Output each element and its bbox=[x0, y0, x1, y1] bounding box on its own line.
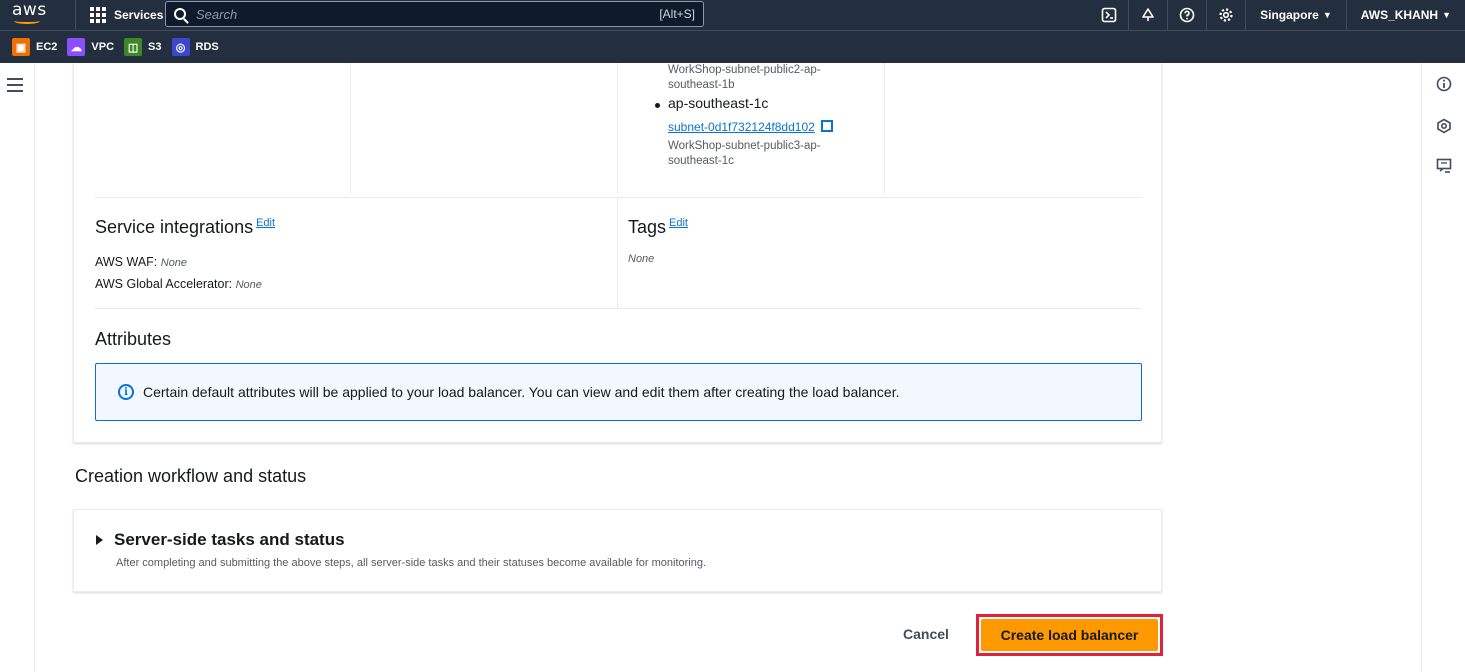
aws-waf-value: None bbox=[160, 257, 188, 269]
settings-icon[interactable] bbox=[1207, 0, 1245, 30]
caret-down-icon: ▼ bbox=[1322, 10, 1332, 20]
subnet-id: subnet-0d1f732124f8dd102 bbox=[668, 120, 815, 134]
column-divider bbox=[350, 63, 351, 194]
global-accelerator-row: AWS Global Accelerator: None bbox=[95, 277, 262, 291]
column-divider bbox=[617, 198, 618, 308]
ec2-icon: ▣ bbox=[12, 38, 30, 56]
menu-icon[interactable] bbox=[7, 78, 23, 96]
review-summary-card: WorkShop-subnet-public2-ap- southeast-1b… bbox=[73, 63, 1162, 443]
s3-icon: ◫ bbox=[124, 38, 143, 56]
aws-logo-text: aws bbox=[12, 0, 47, 20]
create-load-balancer-button[interactable]: Create load balancer bbox=[981, 619, 1158, 651]
cancel-button[interactable]: Cancel bbox=[885, 618, 967, 650]
favorite-label: RDS bbox=[195, 41, 219, 53]
vpc-icon: ☁ bbox=[67, 38, 86, 56]
grid-icon bbox=[90, 7, 106, 23]
service-integrations-edit-link[interactable]: Edit bbox=[256, 217, 275, 229]
subnet-name: WorkShop-subnet-public3-ap- bbox=[668, 140, 821, 152]
service-integrations-title: Service integrations bbox=[95, 217, 254, 237]
column-divider bbox=[617, 63, 618, 194]
search-icon bbox=[174, 8, 186, 20]
region-selector[interactable]: Singapore ▼ bbox=[1246, 0, 1346, 30]
external-link-icon bbox=[820, 120, 833, 132]
server-side-tasks-description: After completing and submitting the abov… bbox=[116, 557, 707, 569]
subnet-link[interactable]: subnet-0d1f732124f8dd102 bbox=[668, 120, 833, 134]
availability-zone: ap-southeast-1c bbox=[668, 95, 769, 111]
favorite-rds[interactable]: ◎ RDS bbox=[171, 38, 219, 56]
help-icon[interactable] bbox=[1168, 0, 1206, 30]
region-label: Singapore bbox=[1260, 8, 1319, 22]
tags-value: None bbox=[628, 253, 655, 265]
subnet-name: southeast-1b bbox=[668, 79, 735, 91]
creation-workflow-heading: Creation workflow and status bbox=[75, 466, 307, 486]
global-accelerator-value: None bbox=[235, 279, 262, 291]
list-bullet bbox=[655, 103, 660, 108]
nav-right-group: Singapore ▼ AWS_KHANH ▼ bbox=[1090, 0, 1465, 30]
favorite-ec2[interactable]: ▣ EC2 bbox=[12, 38, 57, 56]
search-input[interactable]: Search [Alt+S] bbox=[165, 1, 704, 27]
server-side-tasks-title: Server-side tasks and status bbox=[114, 530, 345, 549]
attributes-info-alert: i Certain default attributes will be app… bbox=[95, 363, 1142, 421]
aws-waf-row: AWS WAF: None bbox=[95, 255, 187, 269]
tags-edit-link[interactable]: Edit bbox=[669, 217, 688, 229]
services-menu-button[interactable]: Services bbox=[76, 0, 177, 30]
tags-heading: Tags Edit bbox=[628, 217, 688, 238]
section-divider bbox=[95, 308, 1142, 309]
attributes-info-text: Certain default attributes will be appli… bbox=[143, 384, 900, 400]
global-accelerator-label: AWS Global Accelerator: bbox=[95, 277, 233, 291]
server-side-tasks-card: Server-side tasks and status After compl… bbox=[73, 509, 1162, 592]
aws-logo[interactable]: aws bbox=[12, 0, 56, 30]
favorite-label: VPC bbox=[91, 41, 115, 53]
subnet-name: WorkShop-subnet-public2-ap- bbox=[668, 64, 821, 76]
aws-smile-icon bbox=[14, 18, 40, 24]
services-label: Services bbox=[114, 8, 164, 22]
favorite-label: EC2 bbox=[36, 41, 58, 53]
subnet-name: southeast-1c bbox=[668, 155, 734, 167]
aws-waf-label: AWS WAF: bbox=[95, 255, 158, 269]
favorites-bar: ▣ EC2 ☁ VPC ◫ S3 ◎ RDS bbox=[0, 30, 1465, 63]
server-side-tasks-toggle[interactable]: Server-side tasks and status bbox=[96, 530, 345, 550]
section-divider bbox=[95, 197, 1142, 198]
info-icon[interactable] bbox=[1435, 75, 1453, 93]
favorite-vpc[interactable]: ☁ VPC bbox=[67, 38, 114, 56]
bell-icon[interactable] bbox=[1129, 0, 1167, 30]
cloudshell-icon[interactable] bbox=[1090, 0, 1128, 30]
account-menu[interactable]: AWS_KHANH ▼ bbox=[1347, 0, 1465, 30]
top-navigation: aws Services Search [Alt+S] Singapore ▼ … bbox=[0, 0, 1465, 30]
search-shortcut: [Alt+S] bbox=[659, 7, 695, 21]
hexagon-icon[interactable] bbox=[1435, 117, 1453, 135]
favorite-label: S3 bbox=[148, 41, 162, 53]
left-rail bbox=[0, 63, 35, 672]
tags-title: Tags bbox=[628, 217, 667, 237]
service-integrations-heading: Service integrations Edit bbox=[95, 217, 275, 238]
search-placeholder: Search bbox=[196, 6, 238, 22]
column-divider bbox=[884, 63, 885, 194]
rds-icon: ◎ bbox=[171, 38, 190, 56]
info-icon: i bbox=[118, 384, 134, 400]
right-rail bbox=[1421, 63, 1465, 672]
account-label: AWS_KHANH bbox=[1360, 8, 1439, 22]
feedback-icon[interactable] bbox=[1435, 157, 1453, 175]
attributes-heading: Attributes bbox=[95, 329, 172, 349]
caret-down-icon: ▼ bbox=[1442, 10, 1451, 20]
favorite-s3[interactable]: ◫ S3 bbox=[124, 38, 162, 56]
caret-right-icon bbox=[96, 535, 103, 545]
